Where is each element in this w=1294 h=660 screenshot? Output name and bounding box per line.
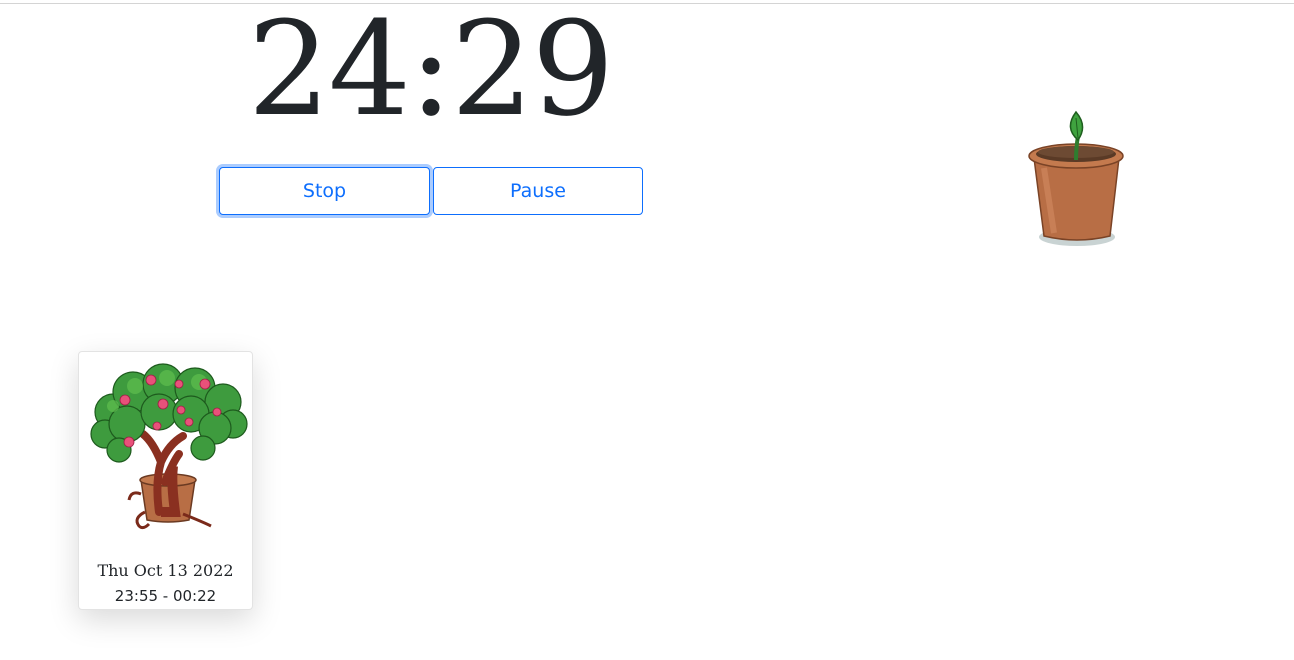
flowering-tree-icon (83, 362, 251, 542)
stop-button[interactable]: Stop (219, 167, 430, 215)
top-divider (0, 3, 1294, 4)
session-time-range: 23:55 - 00:22 (114, 587, 217, 605)
pause-button[interactable]: Pause (433, 167, 643, 215)
session-date: Thu Oct 13 2022 (97, 561, 234, 580)
session-history-card[interactable]: Thu Oct 13 2022 23:55 - 00:22 (78, 351, 253, 610)
seedling-pot-icon (1024, 108, 1128, 250)
countdown-timer: 24:29 (247, 0, 615, 145)
